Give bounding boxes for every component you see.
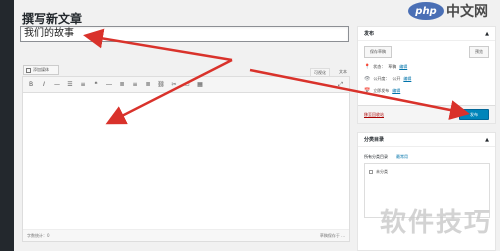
status-row: 📍 状态： 草稿 编辑	[364, 64, 407, 70]
visibility-value: 公开	[392, 76, 401, 81]
category-item[interactable]: 未分类	[369, 169, 388, 175]
media-icon	[26, 67, 31, 73]
add-media-label: 添加媒体	[33, 67, 49, 72]
preview-button[interactable]: 预览	[469, 46, 489, 58]
italic-icon[interactable]: I	[41, 81, 47, 88]
eye-icon: 👁	[364, 76, 371, 82]
align-center-icon[interactable]: ≡	[132, 81, 138, 88]
schedule-label: 立即发布	[373, 88, 390, 93]
editor-status-bar: 字数统计：0 草稿保存于 ...	[23, 229, 349, 241]
draft-saved-status: 草稿保存于 ...	[319, 233, 345, 238]
post-editor: B I — ☰ ≡ ❝ ― ≣ ≡ ≣ ⛓ ✂ ▭ ▦ ⤢ 字数统计：0 草稿保…	[22, 76, 350, 242]
categories-header: 分类目录 ▲	[358, 133, 495, 147]
strikethrough-icon[interactable]: —	[54, 81, 60, 88]
visibility-edit-link[interactable]: 编辑	[403, 76, 411, 82]
categories-title: 分类目录	[364, 137, 385, 143]
status-label: 状态：	[373, 64, 386, 69]
tab-all-categories[interactable]: 所有分类目录	[364, 154, 388, 160]
align-left-icon[interactable]: ≣	[119, 81, 125, 88]
fullscreen-icon[interactable]: ⤢	[338, 81, 343, 89]
watermark-logo-text: 中文网	[446, 4, 488, 20]
publish-box-header: 发布 ▲	[358, 27, 495, 41]
add-media-button[interactable]: 添加媒体	[23, 65, 59, 75]
pin-icon: 📍	[364, 64, 371, 70]
admin-sidebar	[0, 0, 14, 251]
publish-button[interactable]: 发布	[459, 109, 489, 120]
php-logo-oval: php	[408, 2, 444, 20]
calendar-icon: 📅	[364, 88, 371, 94]
category-checkbox[interactable]	[369, 170, 373, 174]
visibility-label: 公开度：	[373, 76, 390, 81]
visibility-row: 👁 公开度： 公开 编辑	[364, 76, 411, 82]
blockquote-icon[interactable]: ❝	[93, 81, 99, 88]
post-title-input[interactable]: 我们的故事	[20, 26, 349, 42]
word-count: 字数统计：0	[27, 233, 50, 238]
categories-tabs: 所有分类目录 最常用	[364, 154, 408, 160]
link-icon[interactable]: ⛓	[157, 81, 165, 88]
bold-icon[interactable]: B	[28, 81, 34, 88]
bullet-list-icon[interactable]: ☰	[67, 81, 73, 88]
unlink-icon[interactable]: ✂	[171, 81, 177, 88]
publish-box: 发布 ▲ 保存草稿 预览 📍 状态： 草稿 编辑 👁 公开度： 公开 编辑 📅 …	[357, 26, 496, 124]
editor-toolbar: B I — ☰ ≡ ❝ ― ≣ ≡ ≣ ⛓ ✂ ▭ ▦ ⤢	[23, 77, 349, 93]
collapse-icon[interactable]: ▲	[485, 133, 489, 146]
publish-actions: 移至回收站 发布	[358, 105, 495, 123]
schedule-edit-link[interactable]: 编辑	[392, 88, 400, 94]
horizontal-rule-icon[interactable]: ―	[106, 81, 112, 88]
watermark-bottom: 软件技巧	[379, 208, 492, 238]
toolbar-toggle-icon[interactable]: ▦	[197, 81, 203, 88]
page-title: 撰写新文章	[22, 12, 83, 26]
category-label: 未分类	[376, 169, 388, 174]
collapse-icon[interactable]: ▲	[485, 27, 489, 40]
move-to-trash-link[interactable]: 移至回收站	[364, 112, 384, 118]
align-right-icon[interactable]: ≣	[145, 81, 151, 88]
editor-content-area[interactable]	[23, 93, 349, 229]
schedule-row: 📅 立即发布 编辑	[364, 88, 400, 94]
watermark-logo: php 中文网	[408, 0, 500, 22]
more-icon[interactable]: ▭	[184, 81, 190, 88]
numbered-list-icon[interactable]: ≡	[80, 81, 86, 88]
publish-box-title: 发布	[364, 31, 375, 37]
status-value: 草稿	[388, 64, 397, 69]
save-draft-button[interactable]: 保存草稿	[364, 46, 392, 58]
status-edit-link[interactable]: 编辑	[399, 64, 407, 70]
tab-most-used[interactable]: 最常用	[396, 154, 408, 160]
